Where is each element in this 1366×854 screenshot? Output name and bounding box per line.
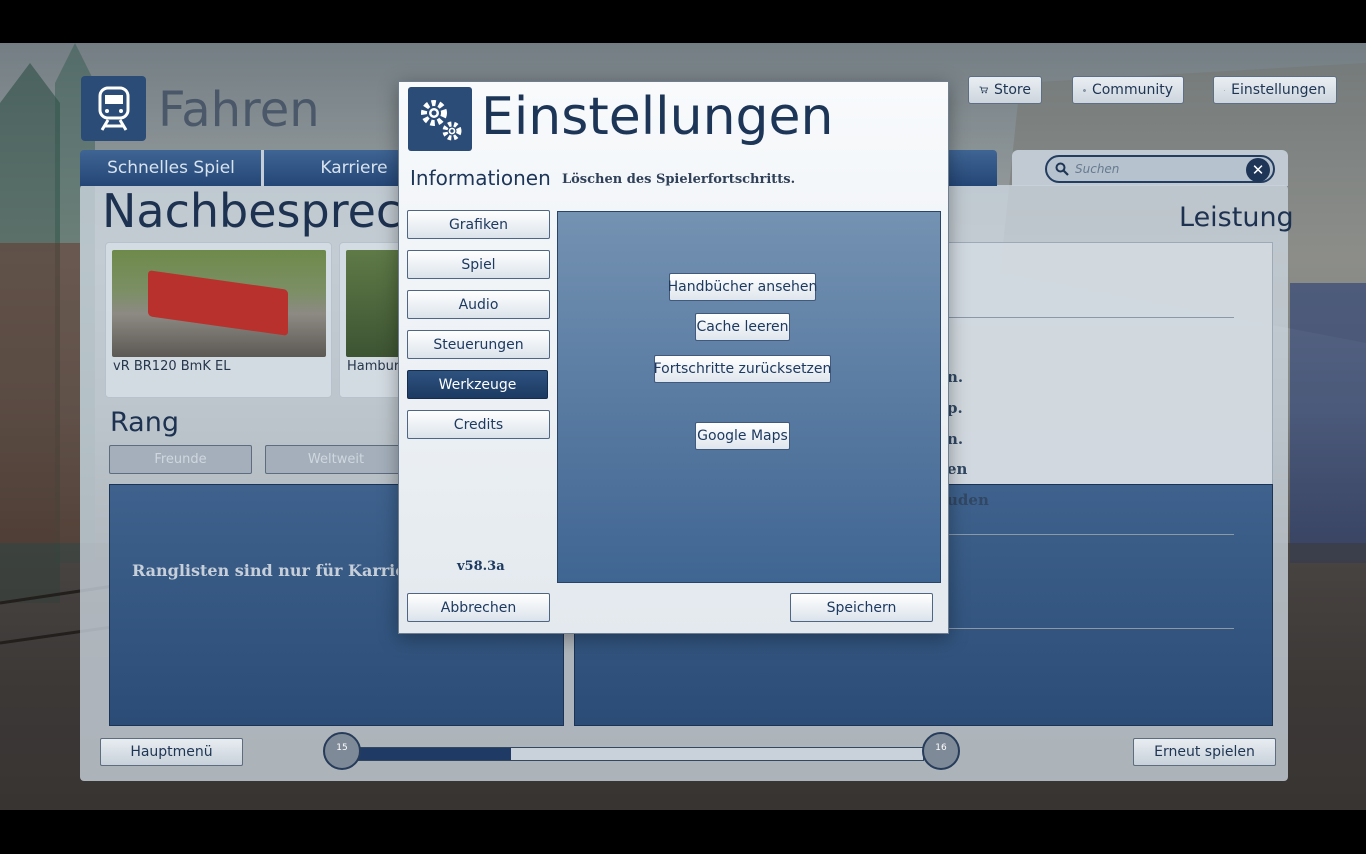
store-button[interactable]: Store <box>968 76 1042 104</box>
community-label: Community <box>1091 82 1173 98</box>
nav-audio[interactable]: Audio <box>407 290 550 319</box>
settings-dialog: Einstellungen Informationen Löschen des … <box>398 81 949 634</box>
settings-label: Einstellungen <box>1231 82 1326 98</box>
cart-icon <box>979 86 988 94</box>
locomotive-shape <box>148 270 288 336</box>
app-title: Fahren <box>158 82 320 138</box>
tools-panel: Handbücher ansehen Cache leeren Fortschr… <box>557 211 941 583</box>
main-menu-button[interactable]: Hauptmenü <box>100 738 243 766</box>
cancel-button[interactable]: Abbrechen <box>407 593 550 622</box>
gears-icon <box>421 100 462 141</box>
search-input[interactable]: Suchen <box>1045 155 1275 183</box>
search-icon <box>1055 162 1069 176</box>
app-logo <box>81 76 146 141</box>
card-caption: vR BR120 BmK EL <box>113 359 231 374</box>
screen: Fahren Store Community Einstellungen Sch… <box>0 0 1366 854</box>
nav-graphics[interactable]: Grafiken <box>407 210 550 239</box>
divider <box>947 628 1234 629</box>
page-heading: Nachbesprech <box>102 184 431 238</box>
dialog-title: Einstellungen <box>481 87 834 147</box>
settings-logo <box>408 87 472 151</box>
divider <box>947 534 1234 535</box>
clear-cache-button[interactable]: Cache leeren <box>695 313 790 341</box>
divider <box>947 317 1234 318</box>
reset-progress-button[interactable]: Fortschritte zurücksetzen <box>654 355 831 383</box>
leaderboard-note: Ranglisten sind nur für Karriere Sz <box>132 561 402 580</box>
performance-heading: Leistung <box>1179 202 1294 233</box>
view-manuals-button[interactable]: Handbücher ansehen <box>668 273 817 301</box>
rank-heading: Rang <box>110 407 179 438</box>
level-progress-fill <box>359 748 512 760</box>
community-button[interactable]: Community <box>1072 76 1184 104</box>
settings-button[interactable]: Einstellungen <box>1213 76 1337 104</box>
level-progress-bar <box>358 747 924 761</box>
train-icon <box>98 86 129 131</box>
stat-fragment: n. <box>947 430 964 448</box>
stat-fragment: n. <box>947 368 964 386</box>
card-image <box>346 250 406 357</box>
friends-button[interactable]: Freunde <box>109 445 252 474</box>
clear-search-icon[interactable]: ✕ <box>1246 158 1270 182</box>
stat-fragment: uden <box>947 491 989 509</box>
google-maps-button[interactable]: Google Maps <box>695 422 790 450</box>
level-end-badge: 16 <box>922 732 960 770</box>
card-image <box>112 250 326 357</box>
section-title: Informationen <box>410 166 551 190</box>
section-subtitle: Löschen des Spielerfortschritts. <box>562 172 796 187</box>
nav-game[interactable]: Spiel <box>407 250 550 279</box>
nav-controls[interactable]: Steuerungen <box>407 330 550 359</box>
replay-button[interactable]: Erneut spielen <box>1133 738 1276 766</box>
worldwide-button[interactable]: Weltweit <box>265 445 407 474</box>
stat-fragment: p. <box>947 399 963 417</box>
nav-credits[interactable]: Credits <box>407 410 550 439</box>
card-caption: Hambur <box>347 359 400 374</box>
gear-icon <box>1224 89 1225 91</box>
level-start-badge: 15 <box>323 732 361 770</box>
stat-fragment: en <box>947 460 968 478</box>
search-placeholder: Suchen <box>1075 162 1120 176</box>
nav-tools[interactable]: Werkzeuge <box>407 370 548 399</box>
tab-quick-game[interactable]: Schnelles Spiel <box>80 150 262 186</box>
store-label: Store <box>993 82 1031 98</box>
save-button[interactable]: Speichern <box>790 593 933 622</box>
scenario-card[interactable]: vR BR120 BmK EL <box>105 242 332 398</box>
version-label: v58.3a <box>457 559 505 574</box>
globe-icon <box>1083 88 1086 92</box>
